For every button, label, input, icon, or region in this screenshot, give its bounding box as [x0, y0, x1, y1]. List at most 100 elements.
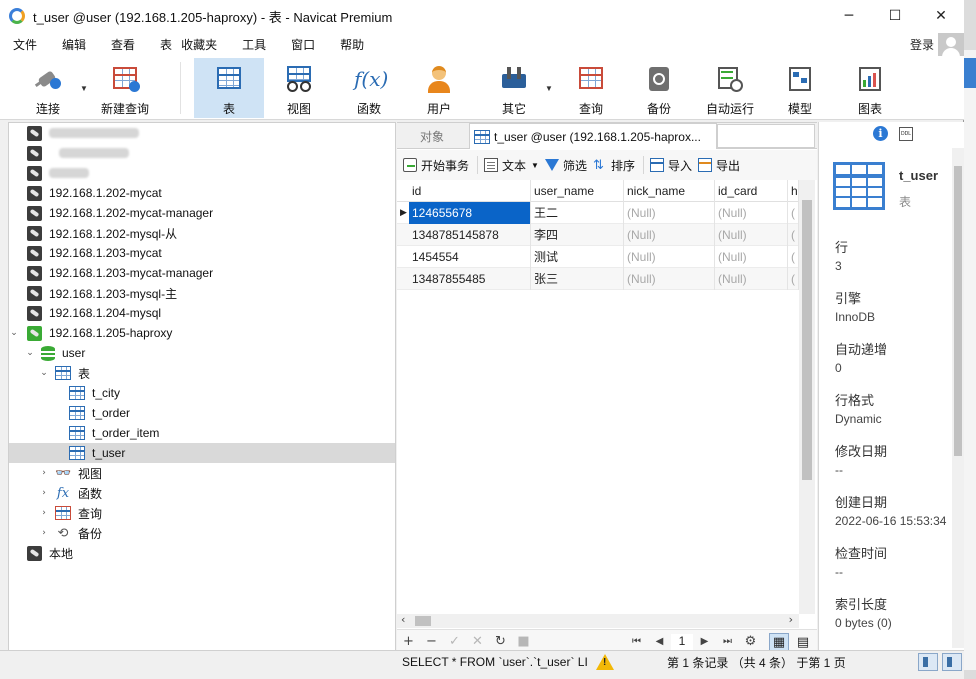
- tree-connection-hidden[interactable]: [9, 123, 395, 143]
- menu-tools[interactable]: 工具: [229, 36, 278, 53]
- tree-connection-hidden[interactable]: [9, 143, 395, 163]
- grid-cell[interactable]: (Null): [715, 202, 788, 224]
- sort-button[interactable]: ⇅ 排序: [593, 157, 635, 174]
- delete-record-button[interactable]: −: [420, 634, 443, 649]
- prev-page-button[interactable]: ◀: [648, 636, 671, 647]
- query-button[interactable]: 查询: [566, 58, 616, 118]
- tree-connection[interactable]: 192.168.1.204-mysql: [9, 303, 395, 323]
- tree-table-item[interactable]: t_order_item: [9, 423, 395, 443]
- grid-cell[interactable]: (: [788, 224, 799, 246]
- next-page-button[interactable]: ▶: [693, 636, 716, 647]
- tree-backups-group[interactable]: › ⟲ 备份: [9, 523, 395, 543]
- grid-cell[interactable]: (: [788, 246, 799, 268]
- grid-cell[interactable]: (: [788, 268, 799, 290]
- grid-vertical-scrollbar[interactable]: [799, 180, 815, 614]
- tree-local-connection[interactable]: 本地: [9, 543, 395, 563]
- text-button[interactable]: 文本 ▼: [484, 157, 539, 174]
- login-link[interactable]: 登录: [910, 36, 934, 53]
- model-button[interactable]: 模型: [775, 58, 825, 118]
- import-button[interactable]: 导入: [649, 157, 692, 174]
- grid-cell[interactable]: 王二: [531, 202, 624, 224]
- grid-cell[interactable]: (Null): [624, 202, 715, 224]
- toggle-right-pane-button[interactable]: [942, 653, 962, 671]
- tree-tables-group[interactable]: ⌄ 表: [9, 363, 395, 383]
- discard-changes-button[interactable]: ✕: [466, 634, 489, 649]
- column-header-truncated[interactable]: h: [788, 180, 799, 202]
- tab-search-input[interactable]: [717, 124, 815, 148]
- view-button[interactable]: 视图: [274, 58, 324, 118]
- tree-views-group[interactable]: › 👓 视图: [9, 463, 395, 483]
- expand-chevron-icon[interactable]: ›: [39, 508, 49, 518]
- grid-cell[interactable]: (Null): [715, 224, 788, 246]
- tree-connection[interactable]: 192.168.1.203-mysql-主: [9, 283, 395, 303]
- export-button[interactable]: 导出: [698, 157, 740, 174]
- grid-horizontal-scrollbar[interactable]: ‹ ›: [397, 613, 799, 628]
- menu-help[interactable]: 帮助: [327, 36, 376, 53]
- expand-chevron-icon[interactable]: ⌄: [25, 348, 35, 358]
- grid-cell[interactable]: 1454554: [409, 246, 531, 268]
- text-dropdown-icon[interactable]: ▼: [531, 161, 539, 170]
- tree-connection[interactable]: 192.168.1.202-mycat-manager: [9, 203, 395, 223]
- tree-functions-group[interactable]: › fx 函数: [9, 483, 395, 503]
- stop-button[interactable]: ■: [512, 634, 535, 649]
- chart-button[interactable]: 图表: [845, 58, 895, 118]
- first-page-button[interactable]: ⏮: [625, 636, 648, 647]
- auto-run-button[interactable]: 自动运行: [704, 58, 756, 118]
- add-record-button[interactable]: +: [397, 634, 420, 649]
- tree-queries-group[interactable]: › 查询: [9, 503, 395, 523]
- info-icon[interactable]: i: [873, 126, 888, 141]
- grid-cell[interactable]: (Null): [715, 246, 788, 268]
- menu-favorites[interactable]: 收藏夹: [176, 36, 229, 53]
- last-page-button[interactable]: ⏭: [716, 636, 739, 647]
- grid-cell[interactable]: (Null): [624, 246, 715, 268]
- grid-cell[interactable]: (Null): [715, 268, 788, 290]
- ddl-icon[interactable]: DDL: [899, 127, 913, 141]
- user-button[interactable]: 用户: [414, 58, 464, 118]
- menu-view[interactable]: 查看: [98, 36, 147, 53]
- status-sql-text[interactable]: SELECT * FROM `user`.`t_user` LI: [398, 652, 592, 672]
- expand-chevron-icon[interactable]: ›: [39, 468, 49, 478]
- other-dropdown-icon[interactable]: ▼: [545, 84, 553, 93]
- table-row[interactable]: 1348785145878 李四 (Null) (Null) (: [397, 224, 799, 246]
- maximize-button[interactable]: ☐: [872, 0, 918, 32]
- table-button[interactable]: 表: [194, 58, 264, 118]
- column-header-user-name[interactable]: user_name: [531, 180, 624, 202]
- tree-connection[interactable]: 192.168.1.202-mycat: [9, 183, 395, 203]
- page-number-input[interactable]: 1: [671, 633, 693, 650]
- other-button[interactable]: 其它: [488, 58, 540, 118]
- tree-connection[interactable]: 192.168.1.203-mycat-manager: [9, 263, 395, 283]
- column-header-id[interactable]: id: [409, 180, 531, 202]
- expand-chevron-icon[interactable]: ›: [39, 488, 49, 498]
- grid-cell[interactable]: 1348785145878: [409, 224, 531, 246]
- tree-table-item[interactable]: t_order: [9, 403, 395, 423]
- begin-transaction-button[interactable]: 开始事务: [403, 157, 469, 174]
- tree-table-item-selected[interactable]: t_user: [9, 443, 395, 463]
- expand-chevron-icon[interactable]: ›: [39, 528, 49, 538]
- grid-cell[interactable]: (Null): [624, 224, 715, 246]
- column-header-nick-name[interactable]: nick_name: [624, 180, 715, 202]
- menu-table[interactable]: 表: [147, 36, 176, 53]
- refresh-button[interactable]: ↻: [489, 634, 512, 649]
- scroll-thumb[interactable]: [954, 166, 962, 456]
- connect-dropdown-icon[interactable]: ▼: [80, 84, 88, 93]
- grid-cell[interactable]: (Null): [624, 268, 715, 290]
- page-settings-button[interactable]: ⚙: [739, 634, 762, 649]
- expand-chevron-icon[interactable]: ⌄: [39, 368, 49, 378]
- tree-connection[interactable]: 192.168.1.203-mycat: [9, 243, 395, 263]
- connect-button[interactable]: 连接: [22, 58, 74, 118]
- grid-cell[interactable]: 李四: [531, 224, 624, 246]
- scroll-left-icon[interactable]: ‹: [401, 613, 405, 626]
- tree-connection[interactable]: 192.168.1.202-mysql-从: [9, 223, 395, 243]
- scroll-thumb[interactable]: [415, 616, 431, 626]
- toggle-left-pane-button[interactable]: [918, 653, 938, 671]
- apply-changes-button[interactable]: ✓: [443, 634, 466, 649]
- tree-connection-haproxy[interactable]: ⌄ 192.168.1.205-haproxy: [9, 323, 395, 343]
- tab-t-user[interactable]: t_user @user (192.168.1.205-haprox...: [469, 123, 717, 149]
- menu-edit[interactable]: 编辑: [49, 36, 98, 53]
- grid-cell-selected[interactable]: 124655678: [409, 202, 531, 224]
- info-panel-scrollbar[interactable]: [952, 148, 964, 648]
- grid-cell[interactable]: 测试: [531, 246, 624, 268]
- tab-objects[interactable]: 对象: [397, 123, 467, 149]
- tree-table-item[interactable]: t_city: [9, 383, 395, 403]
- warning-icon[interactable]: !: [596, 654, 614, 670]
